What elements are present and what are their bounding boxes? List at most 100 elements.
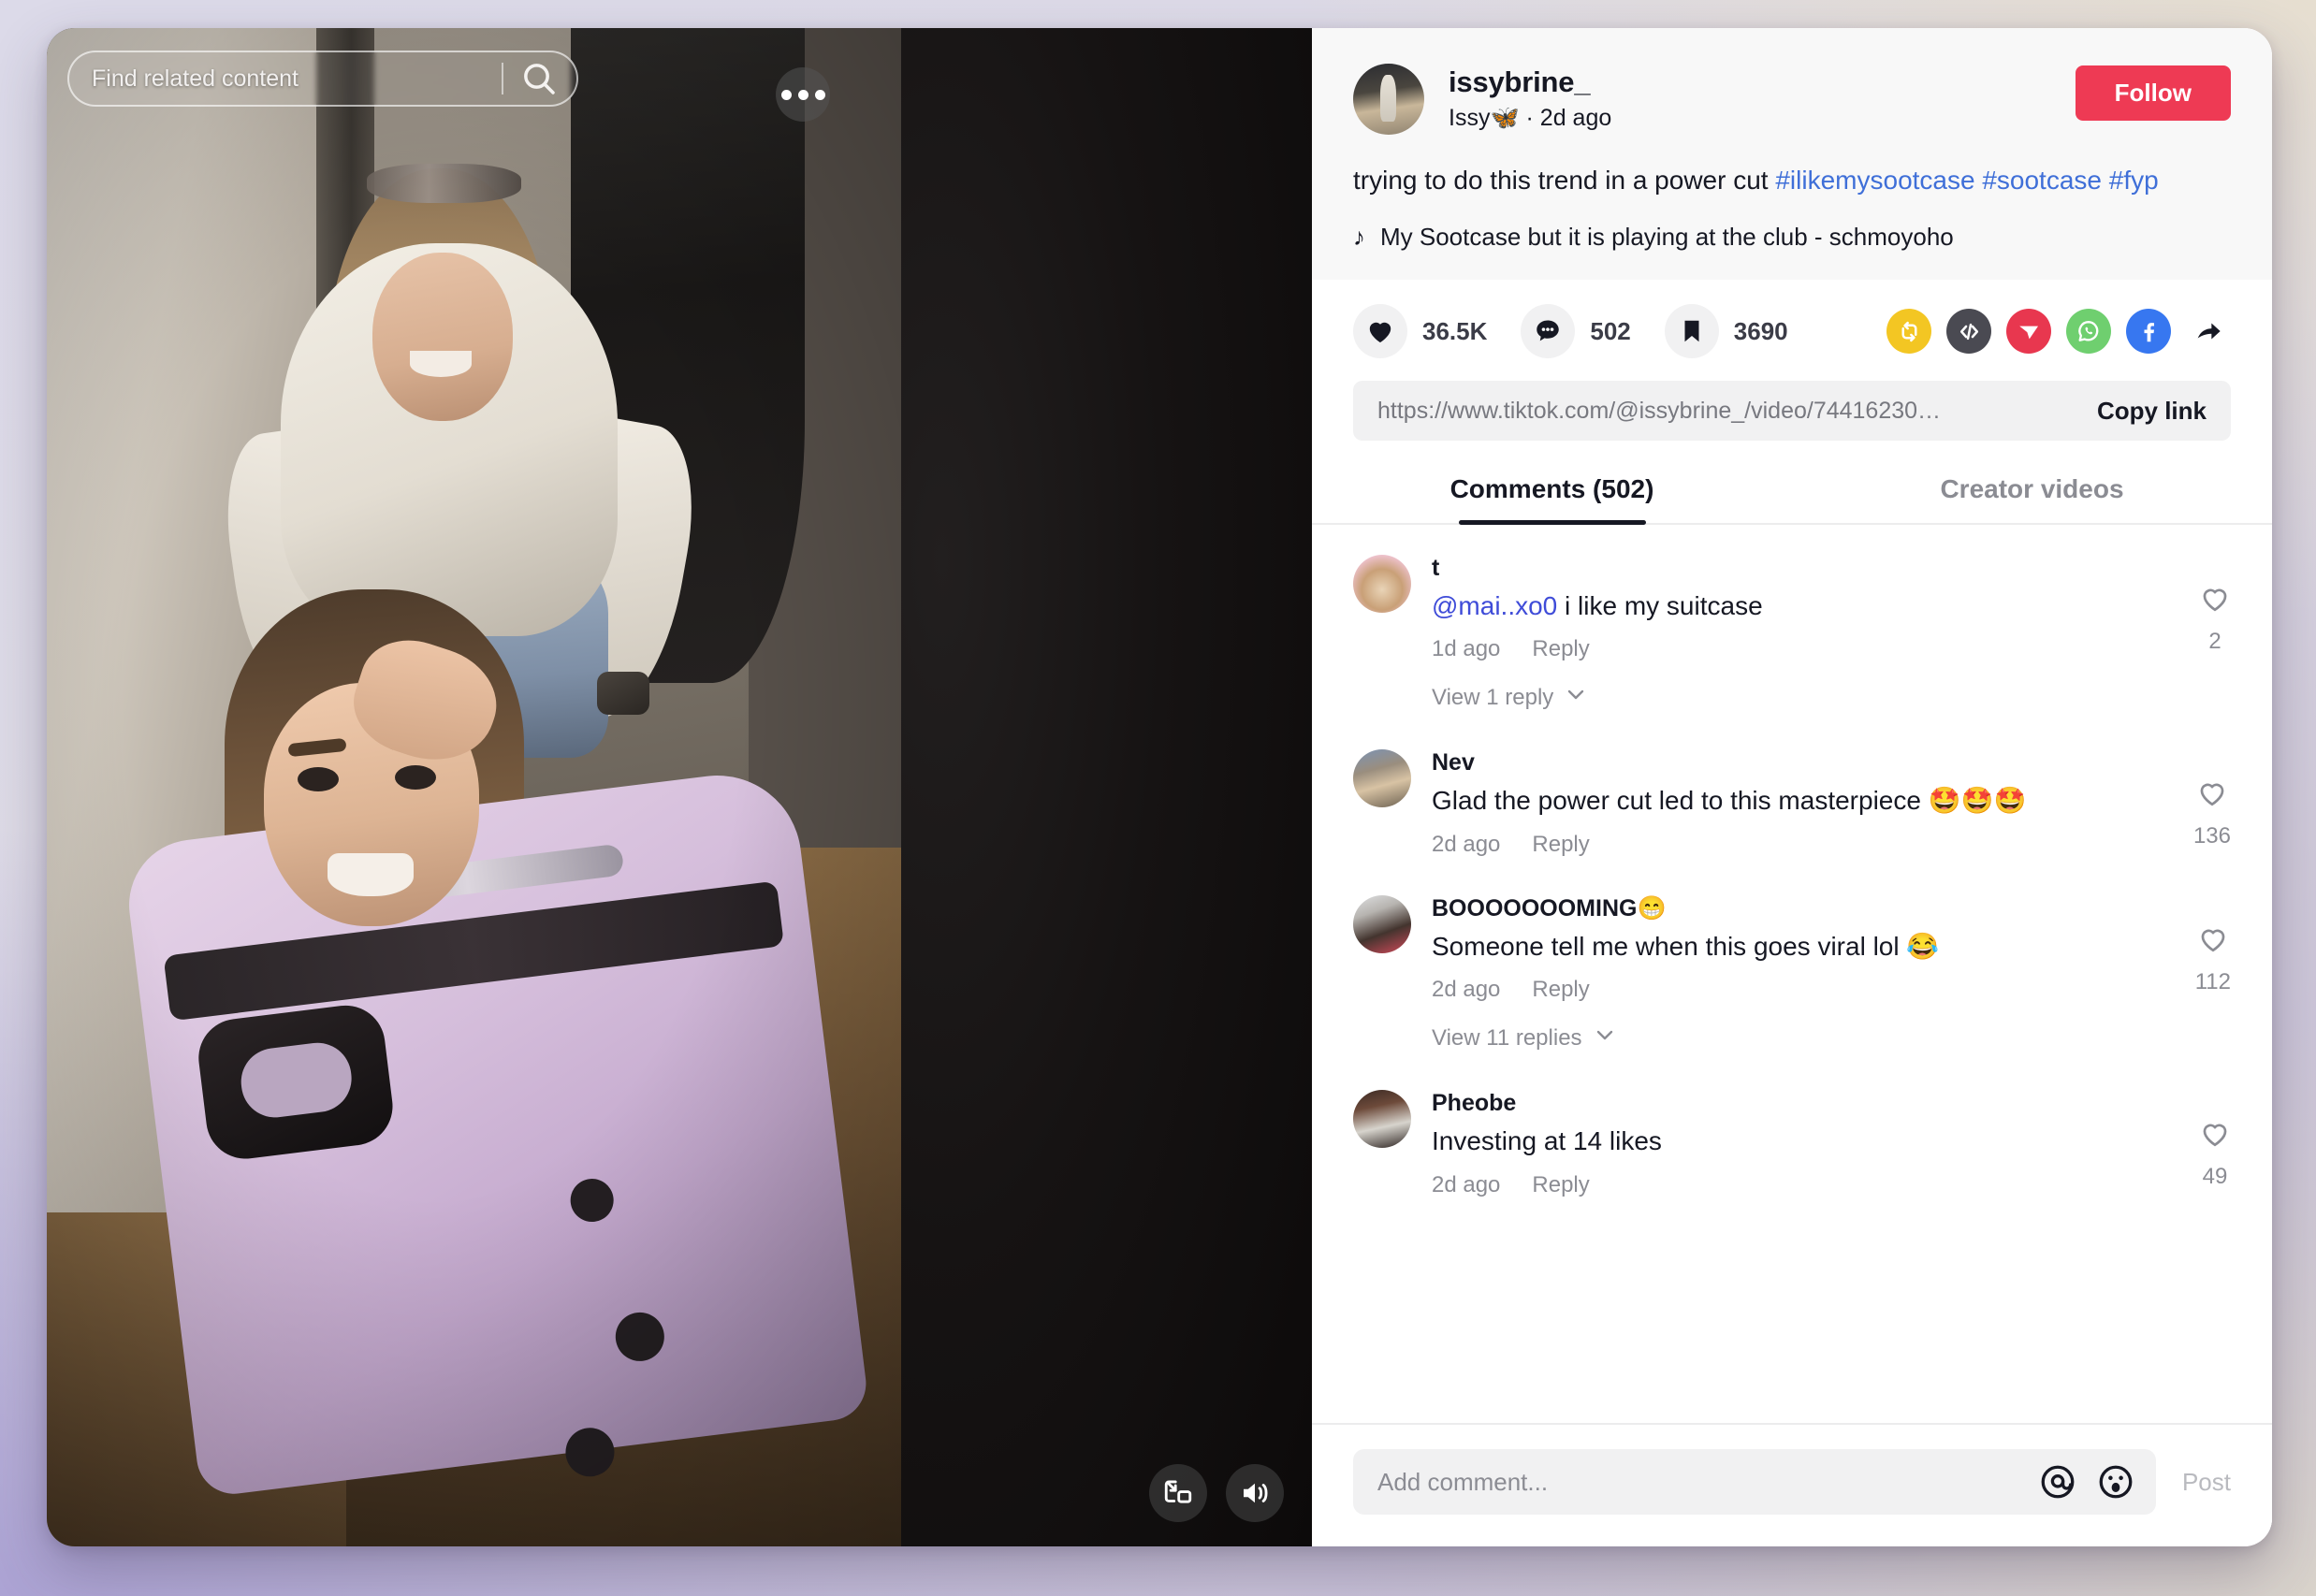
comment-like-count: 49 bbox=[2202, 1164, 2228, 1190]
reply-button[interactable]: Reply bbox=[1532, 1172, 1589, 1198]
comment-composer: Add comment... Post bbox=[1312, 1423, 2272, 1546]
mention-link[interactable]: @mai..xo0 bbox=[1432, 591, 1557, 620]
avatar[interactable] bbox=[1353, 749, 1411, 808]
like-button[interactable]: 36.5K bbox=[1353, 304, 1488, 359]
music-row[interactable]: ♪ My Sootcase but it is playing at the c… bbox=[1353, 223, 2231, 252]
tab-comments[interactable]: Comments (502) bbox=[1312, 469, 1792, 523]
comment-author[interactable]: BOOOOOOOMING😁 bbox=[1432, 895, 2173, 922]
comment-icon bbox=[1521, 304, 1576, 359]
dot bbox=[780, 89, 792, 100]
telegram-icon[interactable] bbox=[2006, 309, 2051, 355]
comment-like-button[interactable]: 2 bbox=[2199, 555, 2231, 712]
video-stage[interactable]: Find related content bbox=[47, 28, 1312, 1546]
list-item: t @mai..xo0 i like my suitcase 1d ago Re… bbox=[1353, 555, 2231, 712]
comment-author[interactable]: Nev bbox=[1432, 749, 2171, 776]
heart-outline-icon bbox=[2203, 1124, 2227, 1147]
reply-button[interactable]: Reply bbox=[1532, 832, 1589, 858]
reply-button[interactable]: Reply bbox=[1532, 977, 1589, 1003]
copy-link-row[interactable]: https://www.tiktok.com/@issybrine_/video… bbox=[1353, 381, 2231, 442]
whatsapp-icon[interactable] bbox=[2066, 309, 2111, 355]
author-display-and-time: Issy🦋 · 2d ago bbox=[1449, 105, 1612, 131]
comment-like-button[interactable]: 49 bbox=[2199, 1090, 2231, 1197]
avatar[interactable] bbox=[1353, 1090, 1411, 1149]
hashtag-link[interactable]: #sootcase bbox=[1982, 166, 2102, 195]
view-replies-label: View 1 reply bbox=[1432, 684, 1554, 710]
avatar[interactable] bbox=[1353, 64, 1424, 135]
comment-count: 502 bbox=[1590, 316, 1631, 345]
suitcase-wheel bbox=[568, 1176, 617, 1225]
heart-outline-icon bbox=[2200, 784, 2224, 806]
facebook-icon[interactable] bbox=[2126, 309, 2171, 355]
comment-like-button[interactable]: 136 bbox=[2193, 749, 2231, 857]
comment-input[interactable]: Add comment... bbox=[1353, 1449, 2156, 1515]
comment-meta: 2d ago Reply bbox=[1432, 977, 2173, 1003]
volume-on-icon[interactable] bbox=[1226, 1464, 1284, 1522]
music-title: My Sootcase but it is playing at the clu… bbox=[1380, 223, 1954, 252]
lilac-suitcase bbox=[122, 765, 870, 1499]
hashtag-link[interactable]: #fyp bbox=[2109, 166, 2159, 195]
comment-body: Pheobe Investing at 14 likes 2d ago Repl… bbox=[1432, 1090, 2177, 1197]
tab-creator-videos[interactable]: Creator videos bbox=[1792, 469, 2272, 523]
comment-text: Glad the power cut led to this masterpie… bbox=[1432, 786, 2027, 816]
comment-author[interactable]: Pheobe bbox=[1432, 1090, 2177, 1117]
caption-text: trying to do this trend in a power cut bbox=[1353, 166, 1776, 195]
reply-button[interactable]: Reply bbox=[1532, 636, 1589, 662]
suitcase-wheel bbox=[612, 1309, 667, 1364]
copy-link-button[interactable]: Copy link bbox=[2097, 397, 2207, 426]
comment-time: 2d ago bbox=[1432, 831, 1501, 857]
embed-code-icon[interactable] bbox=[1946, 309, 1991, 355]
comment-text-body: i like my suitcase bbox=[1557, 591, 1763, 621]
comment-list[interactable]: t @mai..xo0 i like my suitcase 1d ago Re… bbox=[1312, 525, 2272, 1423]
hashtag-link[interactable]: #ilikemysootcase bbox=[1775, 166, 1974, 195]
comment-like-button[interactable]: 112 bbox=[2195, 895, 2231, 1052]
video-player-frame[interactable] bbox=[47, 28, 901, 1546]
list-item: Nev Glad the power cut led to this maste… bbox=[1353, 749, 2231, 857]
music-note-icon: ♪ bbox=[1353, 223, 1365, 252]
post-caption: trying to do this trend in a power cut #… bbox=[1353, 163, 2231, 198]
at-mention-icon[interactable] bbox=[2038, 1462, 2077, 1502]
comment-body: Nev Glad the power cut led to this maste… bbox=[1432, 749, 2171, 857]
heart-outline-icon bbox=[2201, 929, 2225, 952]
comment-like-count: 112 bbox=[2194, 968, 2231, 994]
list-item: BOOOOOOOMING😁 Someone tell me when this … bbox=[1353, 894, 2231, 1052]
suitcase-zipper-seam bbox=[163, 880, 785, 1022]
video-controls bbox=[1149, 1464, 1284, 1522]
rider-mouth bbox=[328, 853, 414, 896]
comment-like-count: 2 bbox=[2208, 629, 2221, 655]
bookmark-button[interactable]: 3690 bbox=[1664, 304, 1788, 359]
author-handle[interactable]: issybrine_ bbox=[1449, 65, 2076, 99]
dot bbox=[797, 89, 808, 100]
repost-icon[interactable] bbox=[1886, 309, 1931, 355]
avatar[interactable] bbox=[1353, 894, 1411, 953]
comment-text: Someone tell me when this goes viral lol… bbox=[1432, 931, 1940, 961]
panel-tabs: Comments (502) Creator videos bbox=[1312, 469, 2272, 526]
comment-text: Investing at 14 likes bbox=[1432, 1126, 1662, 1156]
search-icon[interactable] bbox=[520, 60, 558, 97]
post-comment-button[interactable]: Post bbox=[2182, 1468, 2231, 1497]
heart-icon bbox=[1353, 304, 1407, 359]
heart-outline-icon bbox=[2203, 588, 2227, 612]
pusher-face bbox=[372, 253, 513, 421]
avatar[interactable] bbox=[1353, 555, 1411, 614]
find-related-content-search[interactable]: Find related content bbox=[67, 51, 578, 107]
picture-in-picture-icon[interactable] bbox=[1149, 1464, 1207, 1522]
search-divider bbox=[502, 63, 503, 94]
author-row: issybrine_ Issy🦋 · 2d ago Follow bbox=[1353, 64, 2231, 135]
comment-body: t @mai..xo0 i like my suitcase 1d ago Re… bbox=[1432, 555, 2177, 712]
like-count: 36.5K bbox=[1422, 316, 1488, 345]
comment-button[interactable]: 502 bbox=[1521, 304, 1631, 359]
comment-author[interactable]: t bbox=[1432, 555, 2177, 582]
view-replies-button[interactable]: View 11 replies bbox=[1432, 1023, 2173, 1052]
rider-eye bbox=[395, 765, 436, 790]
bookmark-count: 3690 bbox=[1733, 316, 1788, 345]
tiktok-video-modal: Find related content issybrine_ Issy🦋 · … bbox=[47, 28, 2272, 1546]
follow-button[interactable]: Follow bbox=[2075, 65, 2231, 121]
pusher-watch bbox=[597, 672, 649, 715]
view-replies-button[interactable]: View 1 reply bbox=[1432, 683, 2177, 712]
ellipsis-icon[interactable] bbox=[776, 67, 830, 122]
chevron-down-icon bbox=[1594, 1023, 1616, 1052]
video-letterbox bbox=[901, 28, 1312, 1546]
comment-body: BOOOOOOOMING😁 Someone tell me when this … bbox=[1432, 895, 2173, 1052]
emoji-icon[interactable] bbox=[2096, 1462, 2135, 1502]
share-arrow-icon[interactable] bbox=[2186, 309, 2231, 354]
